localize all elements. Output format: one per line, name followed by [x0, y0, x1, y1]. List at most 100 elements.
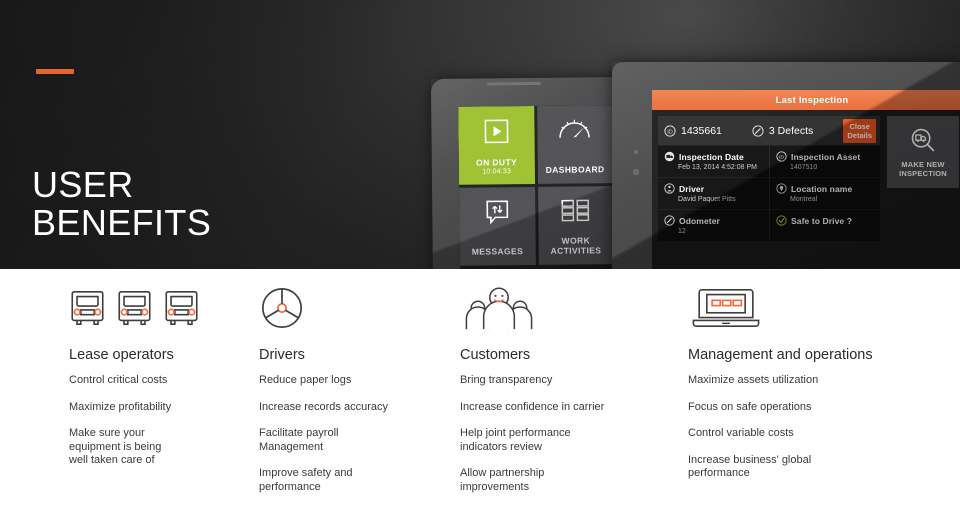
- make-new-inspection-button[interactable]: MAKE NEW INSPECTION: [887, 116, 959, 188]
- tile-label: ON DUTY: [475, 157, 518, 168]
- people-group-icon: [460, 285, 538, 331]
- benefit-item: Focus on safe operations: [688, 400, 812, 413]
- truck-front-icon: [69, 288, 106, 328]
- close-details-button[interactable]: Close Details: [843, 119, 876, 143]
- id-badge-icon: ID: [776, 151, 787, 162]
- field-label: Odometer: [679, 215, 720, 226]
- benefit-item: Allow partnership improvements: [460, 467, 545, 493]
- field-odometer[interactable]: Odometer 12: [658, 210, 769, 241]
- benefit-item: Facilitate payroll Management: [259, 427, 339, 453]
- field-inspection-asset[interactable]: ID Inspection Asset 1407510: [769, 146, 880, 177]
- truck-front-icon: [116, 288, 153, 328]
- truck-search-icon: [908, 126, 938, 156]
- benefit-item: Help joint performance indicators review: [460, 427, 571, 453]
- gauge-icon: [537, 117, 613, 140]
- inspection-fields: Inspection Date Feb 13, 2014 4:52:08 PM: [658, 146, 880, 242]
- benefit-item: Control variable costs: [688, 427, 794, 439]
- camera-dot-icon: [634, 150, 638, 154]
- odometer-icon: [664, 215, 675, 226]
- inspection-field-row: Odometer 12 Safe to Drive ?: [658, 210, 880, 242]
- field-location-name[interactable]: Location name Montreal: [769, 178, 880, 209]
- person-icon: [664, 183, 675, 194]
- benefit-title: Lease operators: [69, 347, 174, 363]
- field-label: Safe to Drive ?: [791, 215, 853, 226]
- benefit-item: Improve safety and performance: [259, 467, 353, 493]
- benefit-item: Maximize profitability: [69, 400, 172, 413]
- field-driver[interactable]: Driver David Paquet Pitts: [658, 178, 769, 209]
- truck-front-icon: [163, 288, 200, 328]
- steering-wheel-icon-group: [259, 269, 449, 329]
- play-icon: [458, 118, 534, 145]
- benefit-item: Increase confidence in carrier: [460, 400, 605, 413]
- last-inspection-header: Last Inspection: [652, 90, 960, 110]
- field-value: 12: [678, 228, 686, 235]
- field-label: Inspection Date: [679, 151, 744, 162]
- defects-value: 3 Defects: [768, 124, 814, 137]
- field-value: Feb 13, 2014 4:52:08 PM: [678, 164, 757, 171]
- tile-on-duty[interactable]: ON DUTY 10:04:33: [458, 105, 535, 185]
- sensor-dot-icon: [633, 169, 639, 175]
- field-label: Driver: [679, 183, 705, 194]
- steering-wheel-icon: [259, 285, 305, 331]
- calendar-truck-icon: [664, 151, 675, 162]
- inspection-id-value: 1435661: [681, 124, 722, 137]
- people-group-icon-group: [460, 269, 675, 330]
- inspection-field-row: Driver David Paquet Pitts Location name …: [658, 178, 880, 210]
- benefit-column-customers: Customers Bring transparency Increase co…: [460, 269, 675, 494]
- tablet-left-screen: ON DUTY 10:04:33 DASHBOARD MESSAGES WORK…: [458, 105, 615, 269]
- field-safe-to-drive[interactable]: Safe to Drive ?: [769, 210, 880, 241]
- benefit-title: Customers: [460, 347, 531, 363]
- laptop-icon: [688, 285, 764, 331]
- app-tile-grid: ON DUTY 10:04:33 DASHBOARD MESSAGES WORK…: [458, 105, 614, 266]
- tile-label: WORK ACTIVITIES: [550, 235, 602, 256]
- benefit-item: Maximize assets utilization: [688, 374, 819, 386]
- benefit-item: Increase records accuracy: [259, 400, 388, 413]
- svg-text:ID: ID: [667, 129, 673, 135]
- inspection-field-row: Inspection Date Feb 13, 2014 4:52:08 PM: [658, 146, 880, 178]
- wrench-icon: [752, 124, 764, 137]
- accent-dash: [36, 69, 74, 74]
- tablet-left-device: ON DUTY 10:04:33 DASHBOARD MESSAGES WORK…: [430, 76, 634, 269]
- inspection-card: ID 1435661 3 Defects Close Details Inspe…: [658, 116, 880, 242]
- check-circle-icon: [776, 215, 787, 226]
- benefits-section: Lease operators Control critical costs M…: [0, 269, 960, 524]
- messages-icon: [459, 199, 535, 226]
- location-pin-icon: [776, 183, 787, 194]
- speaker-grille: [486, 81, 541, 86]
- field-label: Location name: [791, 183, 853, 194]
- tile-label: MESSAGES: [471, 246, 524, 257]
- benefit-item: Control critical costs: [69, 374, 168, 386]
- benefit-item: Increase business' global performance: [688, 453, 812, 480]
- field-value: Montreal: [790, 196, 818, 203]
- benefit-column-lease-operators: Lease operators Control critical costs M…: [69, 269, 254, 468]
- inspection-summary-row: ID 1435661 3 Defects Close Details: [658, 116, 880, 146]
- tile-messages[interactable]: MESSAGES: [459, 186, 536, 266]
- benefit-column-management-and-operations: Management and operations Maximize asset…: [688, 269, 918, 481]
- defects-field: 3 Defects: [752, 125, 813, 137]
- inspection-id-field: ID 1435661: [664, 125, 722, 137]
- benefit-item: Bring transparency: [460, 374, 553, 386]
- truck-front-icon-group: [69, 269, 254, 327]
- grid-icon: [538, 198, 614, 223]
- benefit-item: Make sure your equipment is being well t…: [69, 427, 162, 466]
- tablet-right-screen: Last Inspection ID 1435661 3 Defects Clo…: [652, 90, 960, 269]
- field-value: David Paquet Pitts: [678, 196, 736, 203]
- page-title: USER BENEFITS: [32, 164, 212, 243]
- field-value: 1407510: [790, 164, 818, 171]
- tablet-right-device: Last Inspection ID 1435661 3 Defects Clo…: [612, 62, 960, 269]
- tile-label: DASHBOARD: [545, 164, 605, 175]
- laptop-icon-group: [688, 269, 918, 328]
- tile-sublabel: 10:04:33: [482, 168, 512, 176]
- make-new-inspection-label: MAKE NEW INSPECTION: [899, 160, 947, 178]
- field-label: Inspection Asset: [791, 151, 861, 162]
- benefit-title: Drivers: [259, 347, 305, 363]
- svg-text:ID: ID: [779, 155, 784, 161]
- benefit-column-drivers: Drivers Reduce paper logs Increase recor…: [259, 269, 449, 494]
- inspection-body: ID 1435661 3 Defects Close Details Inspe…: [652, 110, 960, 242]
- benefit-item: Reduce paper logs: [259, 374, 352, 386]
- benefit-title: Management and operations: [688, 347, 873, 363]
- id-badge-icon: ID: [664, 124, 676, 137]
- field-inspection-date[interactable]: Inspection Date Feb 13, 2014 4:52:08 PM: [658, 146, 769, 177]
- tile-dashboard[interactable]: DASHBOARD: [536, 105, 614, 184]
- tile-work-activities[interactable]: WORK ACTIVITIES: [537, 186, 614, 265]
